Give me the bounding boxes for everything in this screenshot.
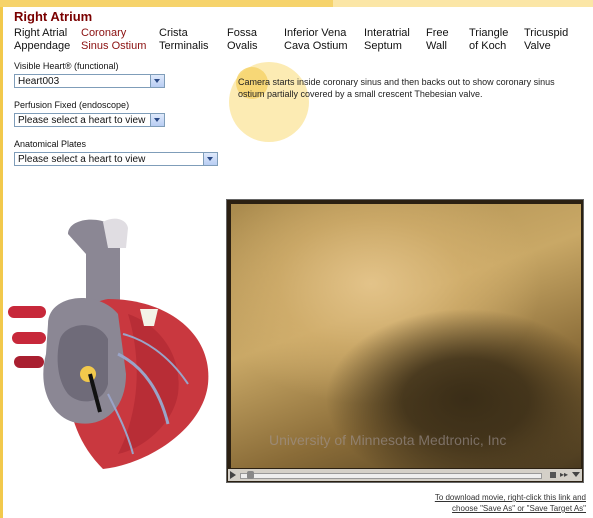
nav-item-label-line2: Appendage — [14, 40, 71, 52]
anatomical-plates-select-value: Please select a heart to view — [18, 154, 146, 165]
perfusion-fixed-label: Perfusion Fixed (endoscope) — [14, 100, 130, 110]
nav-item-free-wall[interactable]: Free Wall — [426, 27, 449, 53]
page-title: Right Atrium — [14, 9, 93, 24]
visible-heart-select-value: Heart003 — [18, 76, 60, 87]
heart-illustration — [8, 218, 209, 469]
nav-item-fossa-ovalis[interactable]: Fossa Ovalis — [227, 27, 258, 53]
nav-item-inferior-vena-cava-ostium[interactable]: Inferior Vena Cava Ostium — [284, 27, 348, 53]
nav-item-label-line1: Right Atrial — [14, 27, 68, 39]
nav-item-label-line1: Coronary — [81, 27, 127, 39]
play-icon[interactable] — [230, 471, 236, 479]
perfusion-fixed-select[interactable]: Please select a heart to view — [14, 113, 165, 127]
nav-item-right-atrial-appendage[interactable]: Right Atrial Appendage — [14, 27, 70, 53]
nav-item-label-line1: Interatrial — [364, 27, 410, 39]
download-link-line2: choose "Save As" or "Save Target As" — [452, 504, 586, 513]
visible-heart-label: Visible Heart® (functional) — [14, 61, 119, 71]
nav-item-label-line1: Fossa — [227, 27, 257, 39]
nav-item-label-line2: Septum — [364, 40, 402, 52]
left-edge-decoration — [0, 0, 3, 518]
chevron-down-icon[interactable] — [203, 153, 217, 165]
nav-item-label-line2: Cava Ostium — [284, 40, 348, 52]
nav-item-label-line2: Valve — [524, 40, 551, 52]
download-link-line1: To download movie, right-click this link… — [434, 493, 586, 502]
clip-description: Camera starts inside coronary sinus and … — [238, 77, 555, 99]
anatomical-plates-select[interactable]: Please select a heart to view — [14, 152, 218, 166]
skip-forward-icon[interactable]: ▸▸ — [560, 471, 568, 479]
nav-item-interatrial-septum[interactable]: Interatrial Septum — [364, 27, 410, 53]
nav-item-label-line2: Ovalis — [227, 40, 258, 52]
nav-item-label-line1: Free — [426, 27, 449, 39]
nav-item-label-line2: of Koch — [469, 40, 507, 52]
video-frame[interactable]: University of Minnesota Medtronic, Inc — [231, 204, 581, 468]
anatomical-plates-label: Anatomical Plates — [14, 139, 87, 149]
download-movie-link[interactable]: To download movie, right-click this link… — [326, 492, 586, 514]
nav-item-label-line1: Tricuspid — [524, 27, 569, 39]
nav-item-label-line1: Triangle — [469, 27, 509, 39]
video-player[interactable]: University of Minnesota Medtronic, Inc ▸… — [226, 199, 584, 483]
nav-item-crista-terminalis[interactable]: Crista Terminalis — [159, 27, 209, 53]
nav-item-label-line2: Terminalis — [159, 40, 209, 52]
nav-item-triangle-of-koch[interactable]: Triangle of Koch — [469, 27, 508, 53]
nav-item-label-line1: Crista — [159, 27, 188, 39]
menu-dropdown-icon[interactable] — [572, 472, 580, 477]
video-progress-track[interactable] — [240, 471, 542, 479]
visible-heart-select[interactable]: Heart003 — [14, 74, 165, 88]
volume-icon[interactable] — [550, 472, 556, 478]
perfusion-fixed-select-value: Please select a heart to view — [18, 115, 146, 126]
chevron-down-icon[interactable] — [150, 114, 164, 126]
chevron-down-icon[interactable] — [150, 75, 164, 87]
nav-item-label-line2: Sinus Ostium — [81, 40, 147, 52]
nav-item-label-line1: Inferior Vena — [284, 27, 347, 39]
video-progress-thumb[interactable] — [247, 471, 254, 479]
video-watermark: University of Minnesota Medtronic, Inc — [269, 432, 507, 448]
video-controls: ▸▸ — [228, 469, 582, 481]
top-banner — [0, 0, 593, 7]
nav-item-label-line2: Wall — [426, 40, 447, 52]
structure-nav: Right Atrial Appendage Coronary Sinus Os… — [14, 27, 589, 55]
nav-item-coronary-sinus-ostium[interactable]: Coronary Sinus Ostium — [81, 27, 146, 53]
nav-item-tricuspid-valve[interactable]: Tricuspid Valve — [524, 27, 568, 53]
